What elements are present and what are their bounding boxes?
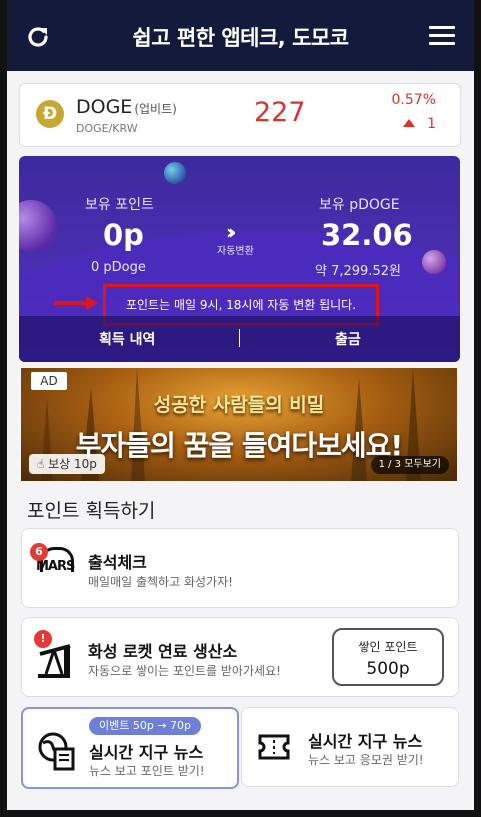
held-points-value: 0p — [103, 218, 144, 252]
points-summary-card: 보유 포인트 0p 0 pDoge ›› 자동변환 보유 pDOGE 32.06… — [19, 156, 460, 362]
globe-news-icon — [38, 732, 75, 771]
coin-symbol: DOGE (업비트) — [76, 96, 177, 118]
hamburger-menu-icon[interactable] — [429, 26, 455, 46]
event-tag: 이벤트 50p → 70p — [89, 717, 202, 735]
mars-logo-text: MARS — [36, 559, 75, 574]
stacked-points-label: 쌓인 포인트 — [358, 640, 418, 654]
news-points-card[interactable]: 이벤트 50p → 70p 실시간 지구 뉴스 뉴스 보고 포인트 받기! — [21, 707, 239, 789]
attendance-card[interactable]: MARS 6 출석체크 매일매일 출첵하고 화성가자! — [21, 528, 459, 608]
news-points-desc: 뉴스 보고 포인트 받기! — [89, 764, 205, 778]
coin-change-number: 1 — [427, 116, 436, 132]
planet-icon — [19, 200, 57, 252]
ad-badge: AD — [31, 372, 67, 390]
pointing-hand-icon: ☝ — [37, 457, 45, 471]
auto-convert-label: 자동변환 — [217, 246, 254, 257]
news-coupon-desc: 뉴스 보고 응모권 받기! — [308, 753, 424, 767]
ad-reward-text: 보상 10p — [48, 457, 97, 471]
app-screen: 쉽고 편한 앱테크, 도모코 Ð DOGE (업비트) DOGE/KRW 227 … — [7, 0, 474, 810]
rocket-fuel-title: 화성 로켓 연료 생산소 — [88, 642, 238, 661]
ad-reward-badge: ☝ 보상 10p — [29, 454, 105, 474]
rocket-fuel-desc: 자동으로 쌓이는 포인트를 받아가세요! — [88, 664, 281, 678]
held-points-label: 보유 포인트 — [85, 197, 154, 213]
attendance-desc: 매일매일 출첵하고 화성가자! — [88, 575, 233, 589]
coin-change-value: 1 — [403, 116, 436, 132]
app-title: 쉽고 편한 앱테크, 도모코 — [132, 26, 349, 50]
divider — [239, 329, 240, 347]
up-triangle-icon — [403, 119, 416, 127]
rocket-fuel-card[interactable]: ! 화성 로켓 연료 생산소 자동으로 쌓이는 포인트를 받아가세요! 쌓인 포… — [21, 617, 459, 697]
stacked-points-value: 500p — [366, 659, 410, 679]
coin-ticker-card[interactable]: Ð DOGE (업비트) DOGE/KRW 227 0.57% 1 — [19, 83, 461, 147]
ad-banner[interactable]: AD 성공한 사람들의 비밀 부자들의 꿈을 들여다보세요! ☝ 보상 10p … — [21, 368, 457, 481]
red-arrow-icon — [54, 296, 98, 310]
attendance-count-badge: 6 — [30, 543, 48, 561]
top-bar: 쉽고 편한 앱테크, 도모코 — [7, 0, 474, 71]
alert-badge: ! — [34, 630, 52, 648]
coin-price: 227 — [254, 97, 306, 128]
attendance-title: 출석체크 — [88, 553, 147, 572]
planet-icon — [422, 250, 446, 274]
news-coupon-card[interactable]: 실시간 지구 뉴스 뉴스 보고 응모권 받기! — [241, 707, 459, 787]
coin-exchange: (업비트) — [134, 102, 177, 116]
earn-section-title: 포인트 획득하기 — [27, 500, 156, 522]
collect-points-button[interactable]: 쌓인 포인트 500p — [332, 628, 444, 686]
ad-pager-button[interactable]: 1 / 3 모두보기 — [370, 456, 449, 474]
planet-icon — [164, 162, 186, 184]
doge-logo-icon: Ð — [36, 100, 64, 128]
coin-symbol-text: DOGE — [76, 96, 133, 118]
ad-headline: 성공한 사람들의 비밀 — [153, 394, 325, 416]
ticket-icon — [258, 734, 290, 760]
double-chevron-right-icon: ›› — [226, 220, 237, 244]
coin-change-percent: 0.57% — [391, 92, 436, 108]
held-pdoge-value: 32.06 — [321, 218, 413, 252]
history-button[interactable]: 획득 내역 — [99, 329, 155, 349]
held-points-sub: 0 pDoge — [91, 260, 146, 275]
withdraw-button[interactable]: 출금 — [335, 329, 361, 349]
coin-pair: DOGE/KRW — [76, 122, 138, 135]
held-pdoge-sub: 약 7,299.52원 — [315, 264, 401, 279]
news-coupon-title: 실시간 지구 뉴스 — [308, 732, 423, 751]
held-pdoge-label: 보유 pDOGE — [319, 197, 400, 213]
news-points-title: 실시간 지구 뉴스 — [89, 743, 204, 762]
